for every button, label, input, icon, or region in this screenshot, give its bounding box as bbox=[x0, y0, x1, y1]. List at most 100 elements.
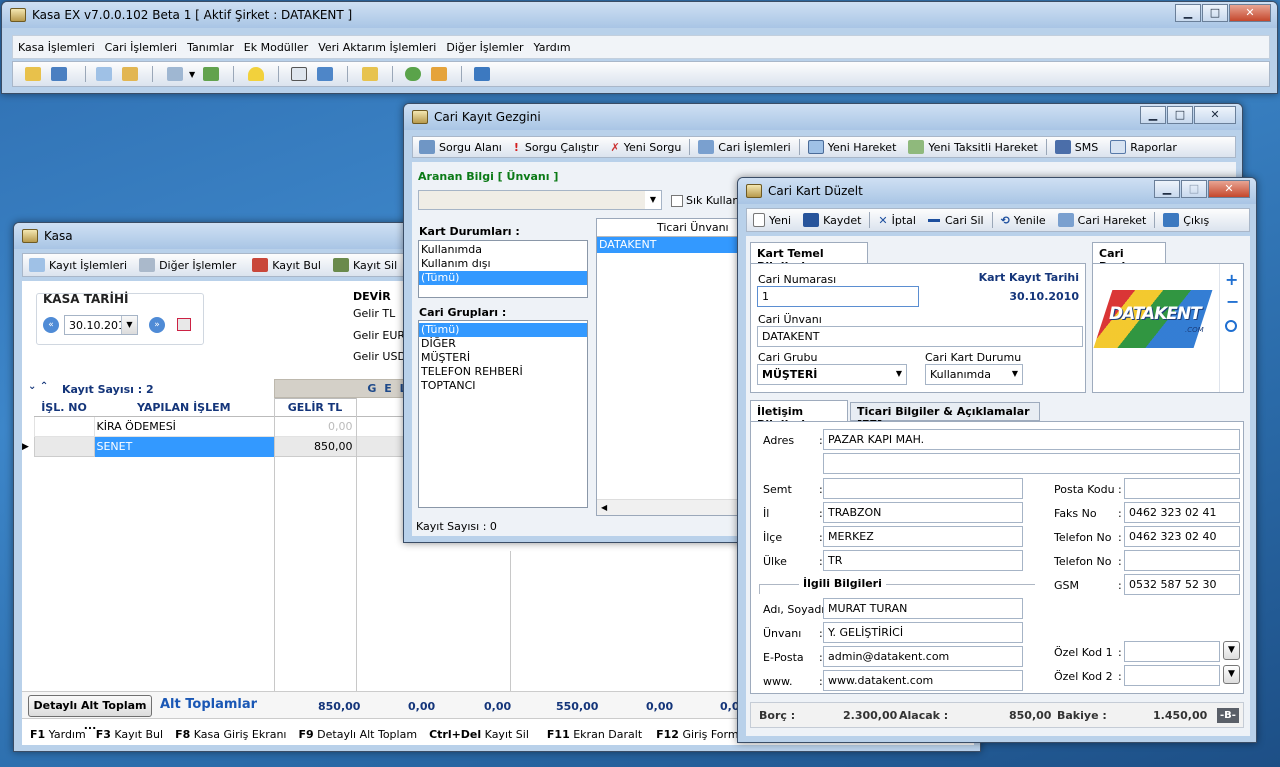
transfer-icon[interactable] bbox=[51, 67, 67, 81]
next-date-icon[interactable]: » bbox=[149, 317, 165, 333]
bell-icon[interactable] bbox=[248, 67, 265, 81]
minus-icon[interactable]: − bbox=[1226, 292, 1239, 311]
telefon-1-field[interactable]: 0462 323 02 40 bbox=[1124, 526, 1240, 547]
card-icon[interactable] bbox=[122, 67, 138, 81]
maximize-button[interactable]: □ bbox=[1202, 4, 1228, 22]
list-item[interactable]: Kullanım dışı bbox=[419, 257, 587, 271]
ozel-kod-2-field[interactable] bbox=[1124, 665, 1220, 686]
tab-ticari-bilgiler[interactable]: Ticari Bilgiler & Açıklamalar [F7] bbox=[850, 402, 1040, 431]
report-icon[interactable] bbox=[362, 67, 379, 81]
frequent-checkbox[interactable] bbox=[671, 195, 683, 207]
document-icon[interactable] bbox=[317, 67, 334, 81]
minimize-button[interactable]: ▁ bbox=[1154, 180, 1180, 198]
sorgu-calistir-button[interactable]: ! Sorgu Çalıştır bbox=[508, 137, 605, 157]
list-item[interactable]: TELEFON REHBERİ bbox=[419, 365, 587, 379]
yeni-taksitli-hareket-button[interactable]: Yeni Taksitli Hareket bbox=[902, 137, 1043, 157]
il-field[interactable]: TRABZON bbox=[823, 502, 1023, 523]
plus-icon[interactable]: + bbox=[1225, 270, 1238, 289]
eposta-field[interactable]: admin@datakent.com bbox=[823, 646, 1023, 667]
menu-ek-moduller[interactable]: Ek Modüller bbox=[239, 41, 313, 54]
chevron-down-icon[interactable]: ▼ bbox=[121, 316, 137, 334]
close-button[interactable]: ✕ bbox=[1229, 4, 1271, 22]
tab-cari-resim[interactable]: Cari Resim bbox=[1092, 242, 1166, 273]
minimize-button[interactable]: ▁ bbox=[1175, 4, 1201, 22]
menu-kasa-islemleri[interactable]: Kasa İşlemleri bbox=[13, 41, 100, 54]
search-input[interactable]: ▼ bbox=[418, 190, 662, 210]
list-item[interactable]: (Tümü) bbox=[419, 271, 587, 285]
chevron-down-icon[interactable]: ▼ bbox=[645, 191, 661, 209]
tab-kart-temel-bilgileri[interactable]: Kart Temel Bilgileri bbox=[750, 242, 868, 273]
yeni-sorgu-button[interactable]: ✗ Yeni Sorgu bbox=[605, 137, 688, 157]
faks-field[interactable]: 0462 323 02 41 bbox=[1124, 502, 1240, 523]
yeni-button[interactable]: Yeni bbox=[747, 209, 797, 231]
cari-unvan-field[interactable]: DATAKENT bbox=[757, 326, 1083, 347]
list-item[interactable]: DİĞER bbox=[419, 337, 587, 351]
col-isl-no[interactable]: İŞL. NO bbox=[34, 398, 94, 417]
yenile-button[interactable]: ⟲ Yenile bbox=[995, 209, 1052, 231]
chevron-down-icon[interactable]: ▼ bbox=[896, 369, 902, 378]
iptal-button[interactable]: ✕ İptal bbox=[872, 209, 922, 231]
adres-line-2[interactable] bbox=[823, 453, 1240, 474]
posta-kodu-field[interactable] bbox=[1124, 478, 1240, 499]
ilce-field[interactable]: MERKEZ bbox=[823, 526, 1023, 547]
list-item[interactable]: TOPTANCI bbox=[419, 379, 587, 393]
col-gelir-tl[interactable]: GELİR TL bbox=[273, 398, 357, 417]
table-row[interactable]: DATAKENT bbox=[597, 237, 739, 253]
id-card-icon[interactable] bbox=[291, 67, 308, 81]
tools-icon[interactable] bbox=[431, 67, 448, 81]
col-yapilan-islem[interactable]: YAPILAN İŞLEM bbox=[94, 398, 274, 417]
list-item[interactable]: Kullanımda bbox=[419, 243, 587, 257]
gsm-field[interactable]: 0532 587 52 30 bbox=[1124, 574, 1240, 595]
telefon-2-field[interactable] bbox=[1124, 550, 1240, 571]
open-folder-icon[interactable] bbox=[25, 67, 41, 81]
menu-diger-islemler[interactable]: Diğer İşlemler bbox=[441, 41, 528, 54]
zoom-icon[interactable] bbox=[1225, 320, 1237, 332]
unvan-field[interactable]: Y. GELİŞTİRİCİ bbox=[823, 622, 1023, 643]
exit-icon[interactable] bbox=[474, 67, 491, 81]
ulke-field[interactable]: TR bbox=[823, 550, 1023, 571]
chevron-down-icon[interactable]: ▼ bbox=[1012, 369, 1018, 378]
collapse-icon[interactable]: ⌄ ⌃ bbox=[28, 381, 48, 392]
calendar-icon[interactable] bbox=[177, 318, 191, 331]
close-button[interactable]: ✕ bbox=[1194, 106, 1236, 124]
detayli-alt-toplam-button[interactable]: Detaylı Alt Toplam ... bbox=[28, 695, 152, 732]
chevron-down-icon[interactable]: ▼ bbox=[189, 70, 195, 79]
list-item[interactable]: MÜŞTERİ bbox=[419, 351, 587, 365]
refresh-icon[interactable] bbox=[405, 67, 422, 81]
chevron-down-icon[interactable]: ▼ bbox=[1223, 665, 1240, 684]
close-button[interactable]: ✕ bbox=[1208, 180, 1250, 198]
semt-field[interactable] bbox=[823, 478, 1023, 499]
minimize-button[interactable]: ▁ bbox=[1140, 106, 1166, 124]
prev-date-icon[interactable]: « bbox=[43, 317, 59, 333]
menu-tanimlar[interactable]: Tanımlar bbox=[182, 41, 239, 54]
sms-button[interactable]: SMS bbox=[1049, 137, 1104, 157]
maximize-button[interactable]: □ bbox=[1181, 180, 1207, 198]
cari-sil-button[interactable]: Cari Sil bbox=[922, 209, 990, 231]
col-ticari-unvani[interactable]: Ticari Ünvanı bbox=[657, 221, 729, 234]
yeni-hareket-button[interactable]: Yeni Hareket bbox=[802, 137, 903, 157]
menu-yardim[interactable]: Yardım bbox=[529, 41, 576, 54]
kayit-bul-button[interactable]: Kayıt Bul bbox=[246, 254, 327, 276]
ad-soyad-field[interactable]: MURAT TURAN bbox=[823, 598, 1023, 619]
menu-veri-aktarim[interactable]: Veri Aktarım İşlemleri bbox=[313, 41, 441, 54]
raporlar-button[interactable]: Raporlar bbox=[1104, 137, 1183, 157]
date-field[interactable]: 30.10.2010 ▼ bbox=[64, 315, 138, 335]
cari-grubu-select[interactable]: MÜŞTERİ ▼ bbox=[757, 364, 907, 385]
kayit-sil-button[interactable]: Kayıt Sil bbox=[327, 254, 403, 276]
ozel-kod-1-field[interactable] bbox=[1124, 641, 1220, 662]
www-field[interactable]: www.datakent.com bbox=[823, 670, 1023, 691]
run-icon[interactable] bbox=[203, 67, 220, 81]
maximize-button[interactable]: □ bbox=[1167, 106, 1193, 124]
kart-durumu-select[interactable]: Kullanımda ▼ bbox=[925, 364, 1023, 385]
kaydet-button[interactable]: Kaydet bbox=[797, 209, 867, 231]
cari-hareket-button[interactable]: Cari Hareket bbox=[1052, 209, 1153, 231]
cari-no-field[interactable]: 1 bbox=[757, 286, 919, 307]
menu-cari-islemleri[interactable]: Cari İşlemleri bbox=[100, 41, 182, 54]
cari-islemleri-button[interactable]: Cari İşlemleri bbox=[692, 137, 796, 157]
adres-line-1[interactable]: PAZAR KAPI MAH. bbox=[823, 429, 1240, 450]
chevron-down-icon[interactable]: ▼ bbox=[1223, 641, 1240, 660]
cikis-button[interactable]: Çıkış bbox=[1157, 209, 1215, 231]
tab-iletisim-bilgileri[interactable]: İletişim Bilgileri bbox=[750, 400, 848, 431]
kayit-islemleri-button[interactable]: Kayıt İşlemleri bbox=[23, 254, 133, 276]
sorgu-alani-button[interactable]: Sorgu Alanı bbox=[413, 137, 508, 157]
